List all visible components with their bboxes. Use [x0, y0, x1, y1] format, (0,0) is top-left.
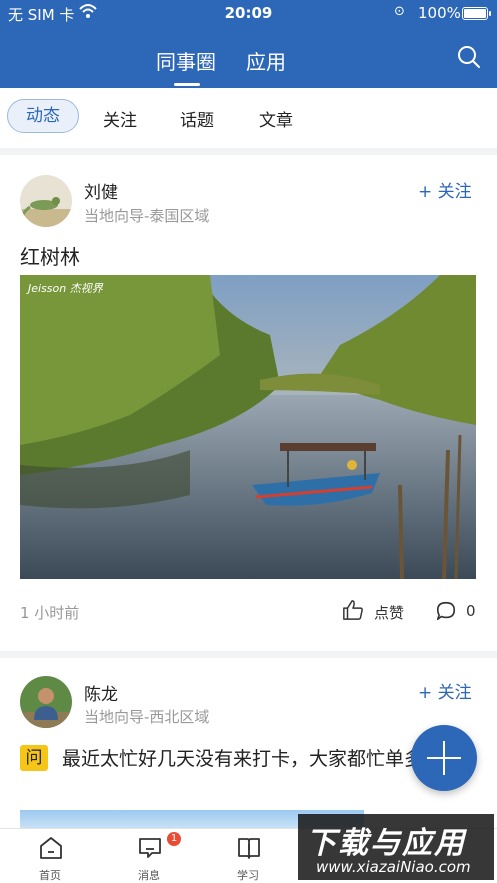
subtab-topics[interactable]: 话题 [180, 106, 214, 131]
follow-button[interactable]: + 关注 [418, 678, 472, 703]
post-title: 红树林 [20, 245, 80, 269]
nav-learning-label: 学习 [237, 869, 259, 882]
tab-colleague-circle[interactable]: 同事圈 [156, 46, 216, 75]
avatar[interactable] [20, 676, 72, 728]
orientation-lock-icon: ⊙ [394, 4, 405, 19]
battery-percent: 100% [418, 4, 461, 22]
thumbs-up-icon[interactable] [342, 599, 364, 621]
subtab-dynamic[interactable]: 动态 [7, 99, 79, 133]
like-button-label[interactable]: 点赞 [374, 602, 404, 623]
search-icon[interactable] [457, 45, 481, 69]
post-card[interactable]: 刘健 当地向导-泰国区域 + 关注 红树林 Jeisson 杰视界 1 小时前 … [0, 155, 497, 651]
author-name[interactable]: 刘健 [84, 178, 118, 203]
unread-badge: 1 [167, 832, 181, 846]
post-image[interactable]: Jeisson 杰视界 [20, 275, 476, 579]
active-tab-indicator [174, 83, 200, 86]
nav-home-label: 首页 [39, 869, 61, 882]
create-post-button[interactable] [411, 725, 477, 791]
status-bar: 无 SIM 卡 20:09 ⊙ 100% [0, 0, 497, 28]
comment-icon[interactable] [435, 600, 457, 622]
watermark-title: 下载与应用 [306, 826, 466, 861]
nav-messages-label: 消息 [138, 869, 160, 882]
post-text: 最近太忙好几天没有来打卡，大家都忙单多吗? [62, 748, 453, 770]
top-bar: 无 SIM 卡 20:09 ⊙ 100% 同事圈 应用 [0, 0, 497, 88]
home-icon [40, 837, 62, 859]
subtab-articles[interactable]: 文章 [259, 106, 293, 131]
sub-tab-bar: 动态 关注 话题 文章 [0, 88, 497, 148]
follow-button[interactable]: + 关注 [418, 177, 472, 202]
nav-home[interactable]: 首页 [15, 829, 85, 883]
book-icon [238, 838, 260, 859]
nav-learning[interactable]: 学习 [213, 829, 283, 883]
comment-count: 0 [466, 602, 476, 620]
message-icon [139, 838, 161, 858]
watermark-url: www.xiazaiNiao.com [316, 858, 471, 876]
image-watermark: Jeisson 杰视界 [28, 282, 103, 295]
tab-apps[interactable]: 应用 [246, 46, 286, 75]
author-name[interactable]: 陈龙 [84, 680, 118, 705]
subtab-following[interactable]: 关注 [103, 106, 137, 131]
author-subtitle: 当地向导-西北区域 [84, 708, 210, 726]
battery-icon [462, 7, 488, 20]
avatar[interactable] [20, 175, 72, 227]
site-watermark: 下载与应用 www.xiazaiNiao.com [298, 814, 494, 880]
author-subtitle: 当地向导-泰国区域 [84, 207, 210, 225]
battery-tip [489, 11, 491, 16]
post-time: 1 小时前 [20, 604, 80, 622]
